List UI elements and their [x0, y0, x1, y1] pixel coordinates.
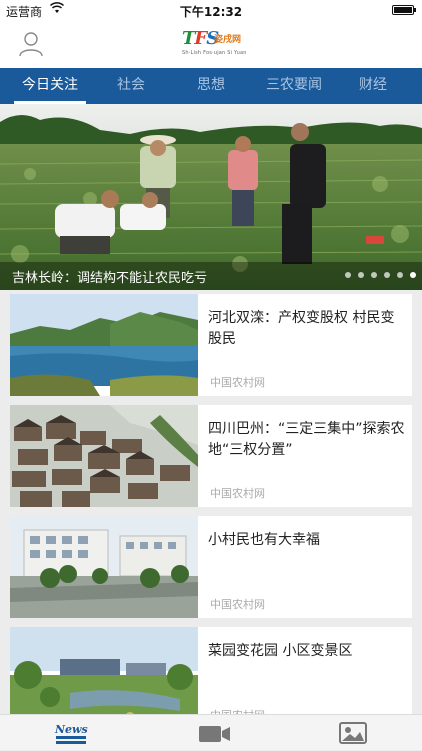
logo-mark: TFS	[182, 28, 219, 49]
user-profile-button[interactable]	[18, 30, 44, 58]
news-source: 中国农村网	[210, 598, 265, 611]
news-title: 菜园变花园 小区变景区	[208, 643, 353, 659]
carousel-dot[interactable]	[371, 272, 377, 278]
bottom-tab-bar: News	[0, 714, 422, 750]
tab-today-focus[interactable]: 今日关注	[6, 68, 94, 104]
carousel-dot-active[interactable]	[410, 272, 416, 278]
banner-title: 吉林长岭：调结构不能让农民吃亏	[12, 271, 208, 286]
news-title: 小村民也有大幸福	[208, 532, 320, 548]
status-time: 下午12:32	[179, 5, 243, 19]
logo-cn-text: 姿戌网	[214, 35, 242, 45]
news-source: 中国农村网	[210, 487, 265, 500]
carousel-dot[interactable]	[345, 272, 351, 278]
news-thumbnail	[10, 405, 198, 507]
tab-finance[interactable]: 财经	[340, 68, 406, 104]
app-logo: TFS 姿戌网 Sh·Lish Fos·ujan Si Yuan	[182, 28, 246, 60]
video-camera-icon	[199, 726, 230, 742]
app-header: TFS 姿戌网 Sh·Lish Fos·ujan Si Yuan	[0, 20, 422, 68]
carousel-dot[interactable]	[358, 272, 364, 278]
logo-en-text: Sh·Lish Fos·ujan Si Yuan	[182, 50, 247, 56]
image-gallery-icon	[339, 722, 367, 744]
news-source: 中国农村网	[210, 376, 265, 389]
tab-news[interactable]: News	[52, 719, 92, 747]
news-icon: News	[54, 723, 88, 744]
carousel-dot[interactable]	[384, 272, 390, 278]
tab-gallery[interactable]	[334, 719, 374, 747]
battery-icon	[392, 5, 416, 15]
tab-agri-news[interactable]: 三农要闻	[254, 68, 334, 104]
news-card[interactable]: 小村民也有大幸福 中国农村网	[10, 516, 412, 618]
banner-carousel[interactable]: 吉林长岭：调结构不能让农民吃亏	[0, 104, 422, 290]
news-title: 河北双滦：产权变股权 村民变股民	[208, 310, 395, 347]
user-icon	[19, 32, 43, 57]
category-tabs: 今日关注 社会 思想 三农要闻 财经	[0, 68, 422, 104]
carousel-dots	[338, 272, 416, 280]
news-card[interactable]: 四川巴州：“三定三集中”探索农地“三权分置” 中国农村网	[10, 405, 412, 507]
news-thumbnail	[10, 516, 198, 618]
news-icon-label: News	[54, 723, 88, 736]
banner-caption-bar: 吉林长岭：调结构不能让农民吃亏	[0, 262, 422, 290]
carousel-dot[interactable]	[397, 272, 403, 278]
news-title: 四川巴州：“三定三集中”探索农地“三权分置”	[208, 421, 405, 458]
tab-thought[interactable]: 思想	[178, 68, 244, 104]
tab-video[interactable]	[196, 719, 236, 747]
status-bar: 运营商 下午12:32	[0, 0, 422, 20]
news-thumbnail	[10, 294, 198, 396]
tab-society[interactable]: 社会	[98, 68, 164, 104]
news-card[interactable]: 河北双滦：产权变股权 村民变股民 中国农村网	[10, 294, 412, 396]
